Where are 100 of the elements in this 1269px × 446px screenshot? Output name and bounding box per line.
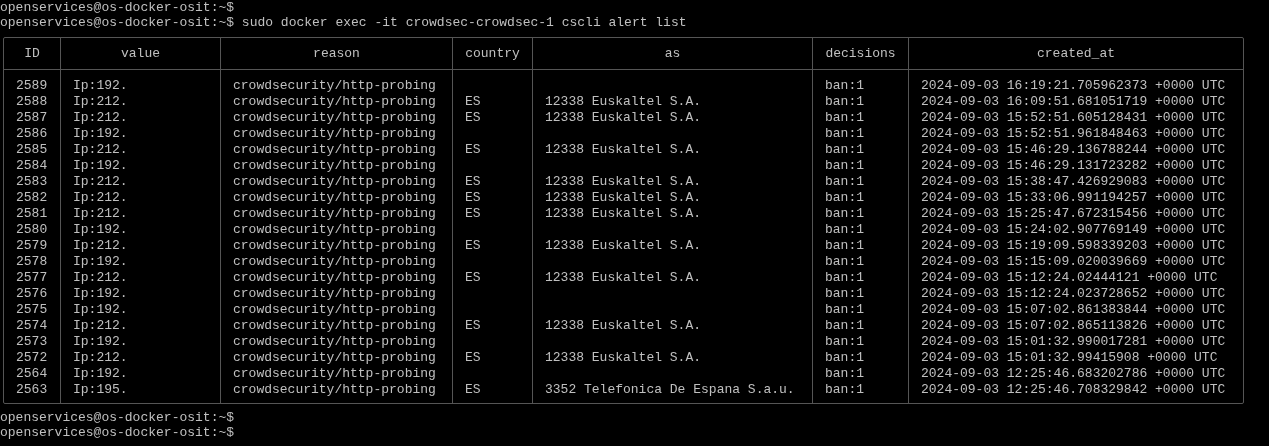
table-cell: 12338 Euskaltel S.A. [545, 350, 702, 365]
table-cell: 2024-09-03 15:33:06.991194257 +0000 UTC [921, 190, 1226, 205]
table-cell: 2586 [16, 126, 48, 141]
table-cell: crowdsecurity/http-probing [233, 254, 436, 269]
table-cell: 2024-09-03 16:09:51.681051719 +0000 UTC [921, 94, 1226, 109]
table-cell: Ip:212. [73, 238, 128, 253]
table-cell: 12338 Euskaltel S.A. [545, 190, 702, 205]
table-cell: crowdsecurity/http-probing [233, 158, 436, 173]
table-cell: Ip:212. [73, 206, 128, 221]
table-cell: ban:1 [825, 78, 864, 93]
table-cell: 2024-09-03 15:38:47.426929083 +0000 UTC [921, 174, 1226, 189]
table-cell: 2583 [16, 174, 48, 189]
table-cell: Ip:212. [73, 190, 128, 205]
table-cell: 12338 Euskaltel S.A. [545, 110, 702, 125]
table-cell: ban:1 [825, 190, 864, 205]
table-cell: 2024-09-03 15:01:32.990017281 +0000 UTC [921, 334, 1226, 349]
table-cell: ban:1 [825, 254, 864, 269]
table-cell: 12338 Euskaltel S.A. [545, 94, 702, 109]
table-cell: 2582 [16, 190, 48, 205]
table-cell: ES [465, 142, 481, 157]
table-cell: ban:1 [825, 142, 864, 157]
table-cell: Ip:192. [73, 286, 128, 301]
table-cell: 2024-09-03 15:01:32.99415908 +0000 UTC [921, 350, 1218, 365]
table-cell: 2024-09-03 15:25:47.672315456 +0000 UTC [921, 206, 1226, 221]
table-cell: 2576 [16, 286, 48, 301]
table-cell: ES [465, 94, 481, 109]
table-cell: Ip:212. [73, 142, 128, 157]
table-cell: ES [465, 238, 481, 253]
table-cell: Ip:212. [73, 318, 128, 333]
table-cell: 12338 Euskaltel S.A. [545, 206, 702, 221]
table-cell: Ip:195. [73, 382, 128, 397]
column-header: reason [313, 46, 360, 61]
table-cell: ES [465, 350, 481, 365]
column-header: created_at [1037, 46, 1115, 61]
table-cell: crowdsecurity/http-probing [233, 110, 436, 125]
table-cell: crowdsecurity/http-probing [233, 94, 436, 109]
table-cell: ES [465, 190, 481, 205]
table-cell: crowdsecurity/http-probing [233, 318, 436, 333]
table-cell: ban:1 [825, 110, 864, 125]
table-cell: 2588 [16, 94, 48, 109]
table-cell: 2024-09-03 15:52:51.605128431 +0000 UTC [921, 110, 1226, 125]
table-cell: crowdsecurity/http-probing [233, 382, 436, 397]
table-cell: 12338 Euskaltel S.A. [545, 174, 702, 189]
column-header: decisions [825, 46, 896, 61]
table-cell: crowdsecurity/http-probing [233, 78, 436, 93]
table-cell: ban:1 [825, 302, 864, 317]
table-cell: 2024-09-03 15:19:09.598339203 +0000 UTC [921, 238, 1226, 253]
table-cell: ban:1 [825, 94, 864, 109]
terminal-line: openservices@os-docker-osit:~$ [0, 0, 236, 15]
table-cell: 2563 [16, 382, 48, 397]
table-cell: ban:1 [825, 286, 864, 301]
table-cell: ban:1 [825, 174, 864, 189]
table-cell: 2578 [16, 254, 48, 269]
table-cell: ES [465, 382, 481, 397]
table-cell: ban:1 [825, 350, 864, 365]
table-cell: 2024-09-03 16:19:21.705962373 +0000 UTC [921, 78, 1226, 93]
table-cell: crowdsecurity/http-probing [233, 238, 436, 253]
table-cell: ban:1 [825, 238, 864, 253]
terminal-line: openservices@os-docker-osit:~$ [0, 410, 236, 425]
column-header: as [664, 46, 681, 61]
table-cell: crowdsecurity/http-probing [233, 174, 436, 189]
table-cell: crowdsecurity/http-probing [233, 270, 436, 285]
terminal-line: openservices@os-docker-osit:~$ [0, 425, 236, 440]
table-cell: crowdsecurity/http-probing [233, 206, 436, 221]
terminal-line: openservices@os-docker-osit:~$ sudo docker exec -it crowdsec-crowdsec-1 cscli alert list [0, 15, 688, 30]
table-cell: 12338 Euskaltel S.A. [545, 238, 702, 253]
table-cell: 2585 [16, 142, 48, 157]
table-cell: Ip:192. [73, 334, 128, 349]
column-header: value [121, 46, 160, 61]
table-cell: ES [465, 110, 481, 125]
table-cell: crowdsecurity/http-probing [233, 286, 436, 301]
table-cell: ban:1 [825, 270, 864, 285]
table-cell: ban:1 [825, 206, 864, 221]
column-header: country [465, 46, 520, 61]
table-cell: crowdsecurity/http-probing [233, 302, 436, 317]
table-cell: 2024-09-03 15:12:24.02444121 +0000 UTC [921, 270, 1218, 285]
table-cell: 2024-09-03 15:12:24.023728652 +0000 UTC [921, 286, 1226, 301]
table-cell: 2580 [16, 222, 48, 237]
table-cell: Ip:192. [73, 254, 128, 269]
table-cell: 2024-09-03 15:46:29.131723282 +0000 UTC [921, 158, 1226, 173]
table-cell: 2575 [16, 302, 48, 317]
table-cell: Ip:212. [73, 270, 128, 285]
table-cell: 2024-09-03 15:15:09.020039669 +0000 UTC [921, 254, 1226, 269]
table-cell: ban:1 [825, 222, 864, 237]
table-cell: Ip:192. [73, 126, 128, 141]
table-cell: ban:1 [825, 382, 864, 397]
table-cell: 2581 [16, 206, 48, 221]
table-cell: 2024-09-03 12:25:46.683202786 +0000 UTC [921, 366, 1226, 381]
table-cell: 2024-09-03 15:46:29.136788244 +0000 UTC [921, 142, 1226, 157]
table-cell: 12338 Euskaltel S.A. [545, 142, 702, 157]
table-cell: 2573 [16, 334, 48, 349]
table-cell: crowdsecurity/http-probing [233, 366, 436, 381]
table-cell: crowdsecurity/http-probing [233, 126, 436, 141]
table-cell: ban:1 [825, 158, 864, 173]
table-cell: 2589 [16, 78, 48, 93]
table-cell: 2024-09-03 12:25:46.708329842 +0000 UTC [921, 382, 1226, 397]
table-cell: ES [465, 206, 481, 221]
table-cell: Ip:192. [73, 222, 128, 237]
table-cell: ES [465, 270, 481, 285]
table-cell: 2587 [16, 110, 48, 125]
